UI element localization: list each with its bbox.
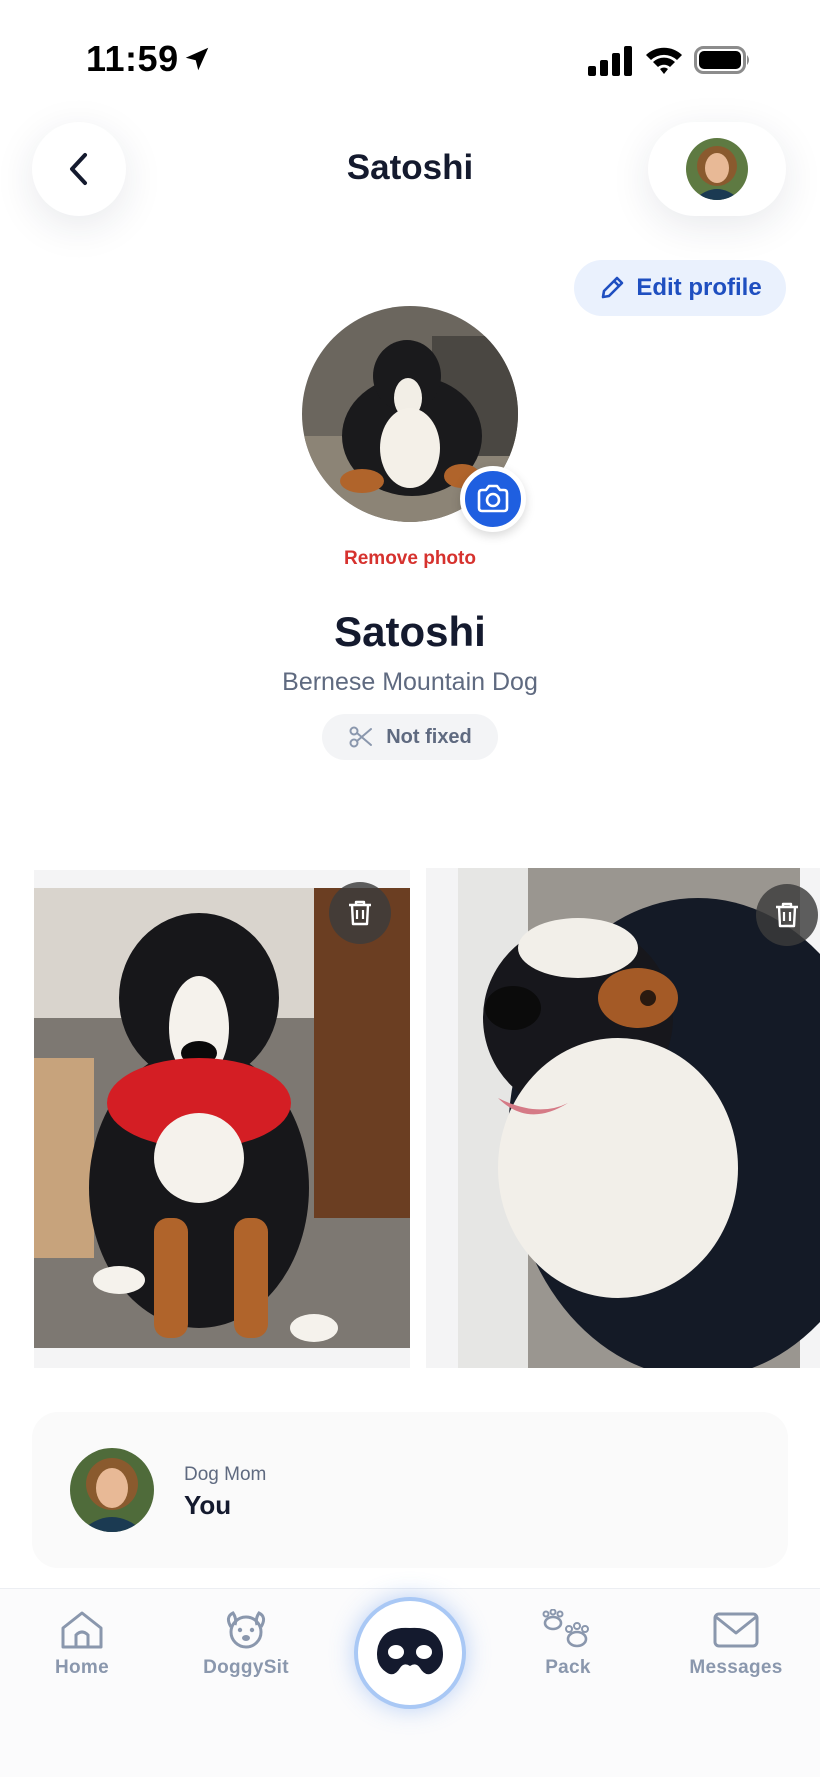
change-photo-button[interactable] <box>460 466 526 532</box>
tab-bar: Home DoggySit Pack Messages <box>0 1588 820 1777</box>
owner-role: Dog Mom <box>184 1464 267 1485</box>
fixed-status-label: Not fixed <box>386 725 472 748</box>
cellular-signal-icon <box>588 46 632 76</box>
tab-messages[interactable]: Messages <box>666 1609 806 1679</box>
delete-photo-1-button[interactable] <box>329 882 391 944</box>
tab-label: Pack <box>545 1657 591 1678</box>
trash-icon <box>776 902 798 928</box>
gallery-photo-1[interactable] <box>34 870 410 1368</box>
tab-label: DoggySit <box>203 1657 289 1678</box>
dog-name: Satoshi <box>334 608 486 655</box>
status-time: 11:59 <box>86 38 179 79</box>
pencil-icon <box>602 276 624 299</box>
trash-icon <box>349 900 371 926</box>
location-arrow-icon <box>185 47 209 71</box>
tab-label: Messages <box>689 1657 783 1678</box>
edit-profile-label: Edit profile <box>636 274 762 301</box>
delete-photo-2-button[interactable] <box>756 884 818 946</box>
dog-breed: Bernese Mountain Dog <box>282 668 538 696</box>
camera-icon <box>477 484 509 513</box>
owner-name: You <box>184 1490 232 1520</box>
gallery-photo-2[interactable] <box>426 868 820 1368</box>
tab-pack[interactable]: Pack <box>498 1609 638 1679</box>
envelope-icon <box>713 1612 759 1648</box>
status-bar: 11:59 <box>0 0 820 120</box>
battery-icon <box>694 46 749 74</box>
owner-card[interactable]: Dog Mom You <box>32 1412 788 1568</box>
scissors-icon <box>349 726 373 748</box>
wifi-icon <box>646 47 682 74</box>
avatar <box>686 138 748 200</box>
owner-avatar <box>70 1448 154 1532</box>
paws-icon <box>542 1609 589 1648</box>
fixed-status-badge: Not fixed <box>322 714 498 760</box>
account-avatar-button[interactable] <box>648 122 786 216</box>
tab-label: Home <box>55 1657 109 1678</box>
edit-profile-button[interactable]: Edit profile <box>574 260 786 316</box>
tab-doggysit[interactable]: DoggySit <box>176 1609 316 1679</box>
dog-nose-icon <box>377 1627 443 1675</box>
remove-photo-link[interactable]: Remove photo <box>0 548 820 570</box>
tab-home[interactable]: Home <box>12 1609 152 1679</box>
dog-face-icon <box>226 1611 266 1649</box>
tab-center-dog[interactable] <box>354 1597 466 1709</box>
home-icon <box>61 1611 103 1649</box>
